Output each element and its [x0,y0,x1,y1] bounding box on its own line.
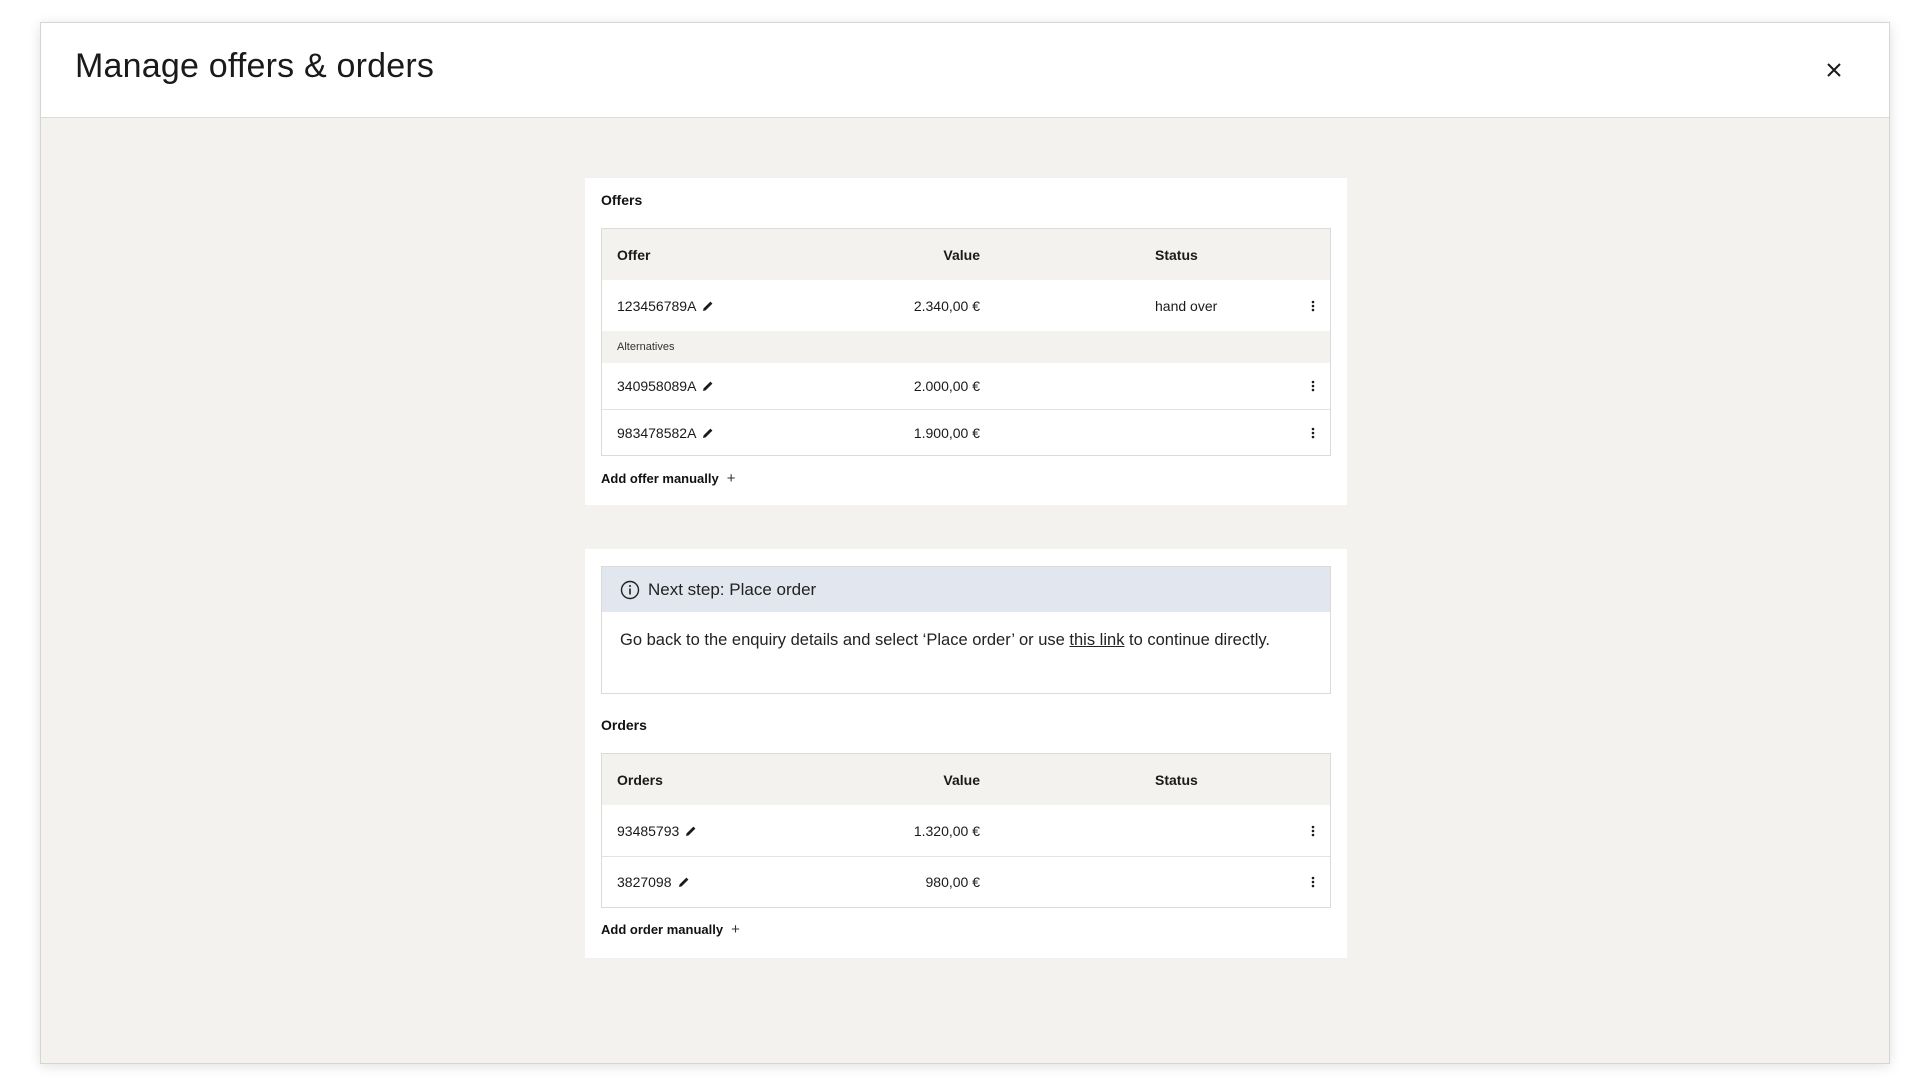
modal-header: Manage offers & orders [41,23,1889,118]
column-header-status: Status [1155,246,1198,263]
edit-pencil-icon[interactable] [678,876,690,888]
more-vertical-icon [1311,300,1315,311]
continue-link[interactable]: this link [1069,631,1124,649]
edit-pencil-icon[interactable] [702,300,714,312]
offer-id: 123456789A [617,297,697,314]
row-menu-button[interactable] [1304,294,1322,318]
order-id: 93485793 [617,822,680,839]
table-row: 3827098 980,00 € [602,856,1330,907]
more-vertical-icon [1311,380,1315,392]
plus-icon: + [726,470,736,487]
notice-text-after: to continue directly. [1124,631,1270,649]
row-menu-button[interactable] [1304,374,1322,398]
alternatives-label: Alternatives [617,341,675,353]
offer-status: hand over [1155,297,1218,314]
column-header-offer: Offer [617,246,651,263]
column-header-status: Status [1155,771,1198,788]
row-menu-button[interactable] [1304,870,1322,894]
next-step-notice: Next step: Place order Go back to the en… [601,566,1331,694]
offer-value: 1.900,00 € [913,424,980,441]
orders-table-header: Orders Value Status [602,754,1330,805]
more-vertical-icon [1311,825,1315,836]
notice-header: Next step: Place order [602,567,1330,612]
offers-section-title: Offers [601,192,643,208]
column-header-value: Value [943,771,980,788]
notice-title: Next step: Place order [648,579,817,599]
offers-table: Offer Value Status 123456789A 2.340,00 €… [601,228,1331,456]
offers-table-header: Offer Value Status [602,229,1330,280]
notice-body: Go back to the enquiry details and selec… [602,612,1330,651]
close-button[interactable] [1819,55,1849,85]
column-header-orders: Orders [617,771,663,788]
row-menu-button[interactable] [1304,421,1322,445]
offer-id: 983478582A [617,424,697,441]
offer-value: 2.000,00 € [913,378,980,394]
table-row: 93485793 1.320,00 € [602,805,1330,856]
orders-card: Next step: Place order Go back to the en… [585,549,1347,958]
add-order-label: Add order manually [601,922,724,937]
column-header-value: Value [943,246,980,263]
offers-card: Offers Offer Value Status 123456789A 2.3… [585,178,1347,505]
add-offer-label: Add offer manually [601,471,719,486]
orders-table: Orders Value Status 93485793 1.320,00 € … [601,753,1331,908]
close-icon [1827,63,1841,77]
add-offer-button[interactable]: Add offer manually + [601,470,736,487]
notice-text-before: Go back to the enquiry details and selec… [620,631,1070,649]
row-menu-button[interactable] [1304,819,1322,843]
edit-pencil-icon[interactable] [702,427,714,439]
offer-value: 2.340,00 € [913,297,980,314]
table-row: 123456789A 2.340,00 € hand over [602,280,1330,331]
edit-pencil-icon[interactable] [702,380,714,392]
alternatives-header: Alternatives [602,331,1330,363]
more-vertical-icon [1311,427,1315,438]
info-icon [620,580,640,599]
table-row: 983478582A 1.900,00 € [602,409,1330,455]
table-row: 340958089A 2.000,00 € [602,363,1330,409]
offer-id: 340958089A [617,378,697,394]
more-vertical-icon [1311,876,1315,888]
modal-title: Manage offers & orders [75,47,435,85]
manage-offers-modal: Manage offers & orders Offers Offer Valu… [40,22,1890,1064]
order-value: 980,00 € [925,874,981,890]
orders-section-title: Orders [601,717,647,733]
plus-icon: + [731,921,740,938]
order-value: 1.320,00 € [913,822,980,839]
add-order-button[interactable]: Add order manually + [601,921,740,938]
order-id: 3827098 [617,874,672,890]
edit-pencil-icon[interactable] [685,825,697,837]
